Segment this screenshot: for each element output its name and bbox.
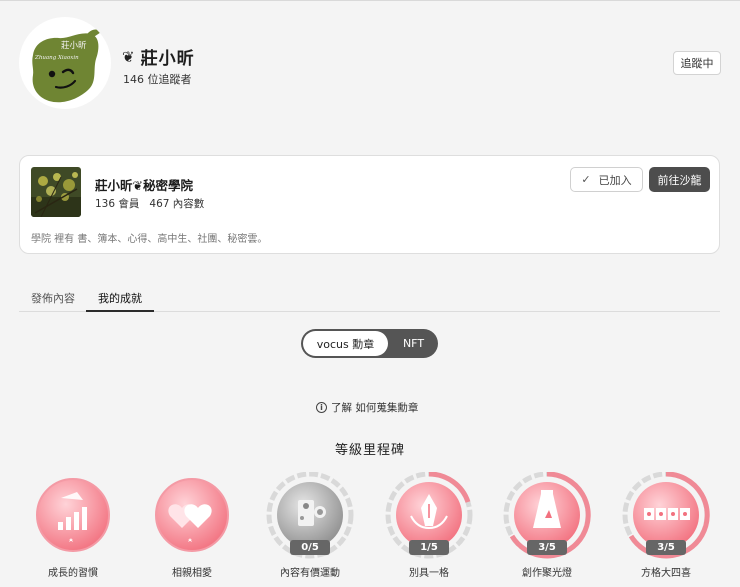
- toggle-nft[interactable]: NFT: [389, 329, 438, 358]
- joined-button[interactable]: ✓ 已加入: [570, 167, 643, 192]
- salon-content-count: 467 內容數: [149, 198, 205, 210]
- badge-progress-count: 0/5: [290, 540, 330, 555]
- badge-label: 相親相愛: [172, 568, 212, 579]
- profile-tabs: 發佈內容 我的成就: [19, 292, 720, 312]
- profile-name-row: ❦ 莊小昕: [122, 44, 195, 70]
- avatar-leaf-icon: 莊小昕 Zhuang Xiaoxin: [32, 29, 101, 103]
- salon-stats: 136 會員 467 內容數: [95, 196, 204, 211]
- badge-label: 內容有價運動: [280, 568, 340, 579]
- salon-title[interactable]: 莊小昕❦秘密學院: [95, 175, 193, 194]
- salon-card[interactable]: 莊小昕❦秘密學院 136 會員 467 內容數 學院 裡有 書、簿本、心得、高中…: [19, 155, 720, 254]
- profile-avatar[interactable]: 莊小昕 Zhuang Xiaoxin: [19, 17, 111, 109]
- check-icon: ✓: [581, 173, 591, 186]
- badge-creation-spotlight[interactable]: 3/5 創作聚光燈: [499, 472, 595, 582]
- badge-content-value[interactable]: 0/5 內容有價運動: [262, 472, 358, 582]
- badge-growth-habit[interactable]: 成長的習慣: [25, 472, 121, 582]
- learn-badges-text: 了解 如何蒐集勳章: [331, 402, 419, 414]
- following-button[interactable]: 追蹤中: [673, 51, 721, 75]
- svg-text:Zhuang Xiaoxin: Zhuang Xiaoxin: [34, 55, 79, 61]
- growth-chart-badge-icon: [36, 478, 110, 552]
- salon-thumbnail-image: [31, 167, 81, 217]
- svg-text:莊小昕: 莊小昕: [61, 40, 87, 51]
- badge-label: 創作聚光燈: [522, 568, 572, 579]
- badge-label: 方格大四喜: [641, 568, 691, 579]
- badge-unique-style[interactable]: 1/5 別具一格: [381, 472, 477, 582]
- badge-progress-count: 3/5: [527, 540, 567, 555]
- salon-member-count: 136 會員: [95, 198, 140, 210]
- toggle-vocus-badges[interactable]: vocus 勳章: [303, 331, 388, 356]
- top-divider: [0, 0, 740, 1]
- milestone-section-title: 等級里程碑: [334, 443, 405, 458]
- tab-published-content[interactable]: 發佈內容: [19, 292, 87, 312]
- badge-type-toggle: vocus 勳章 NFT: [301, 329, 438, 358]
- profile-name: 莊小昕: [140, 49, 195, 69]
- badge-label: 成長的習慣: [48, 568, 98, 579]
- badge-progress-count: 1/5: [409, 540, 449, 555]
- follower-count[interactable]: 146 位追蹤者: [123, 71, 192, 87]
- badge-mutual-love[interactable]: 相親相愛: [144, 472, 240, 582]
- heart-badge-icon: [155, 478, 229, 552]
- salon-description: 學院 裡有 書、簿本、心得、高中生、社團、秘密雲。: [31, 234, 268, 245]
- info-icon: i: [316, 402, 327, 413]
- badge-grid-four-joys[interactable]: 3/5 方格大四喜: [618, 472, 714, 582]
- goto-salon-button[interactable]: 前往沙龍: [649, 167, 710, 192]
- fleuron-icon: ❦: [122, 47, 135, 66]
- joined-label: 已加入: [598, 173, 632, 187]
- badge-progress-count: 3/5: [646, 540, 686, 555]
- tab-my-achievements[interactable]: 我的成就: [86, 292, 154, 312]
- badge-label: 別具一格: [409, 568, 449, 579]
- salon-thumbnail: [31, 167, 81, 217]
- learn-badges-link[interactable]: i 了解 如何蒐集勳章: [316, 400, 418, 415]
